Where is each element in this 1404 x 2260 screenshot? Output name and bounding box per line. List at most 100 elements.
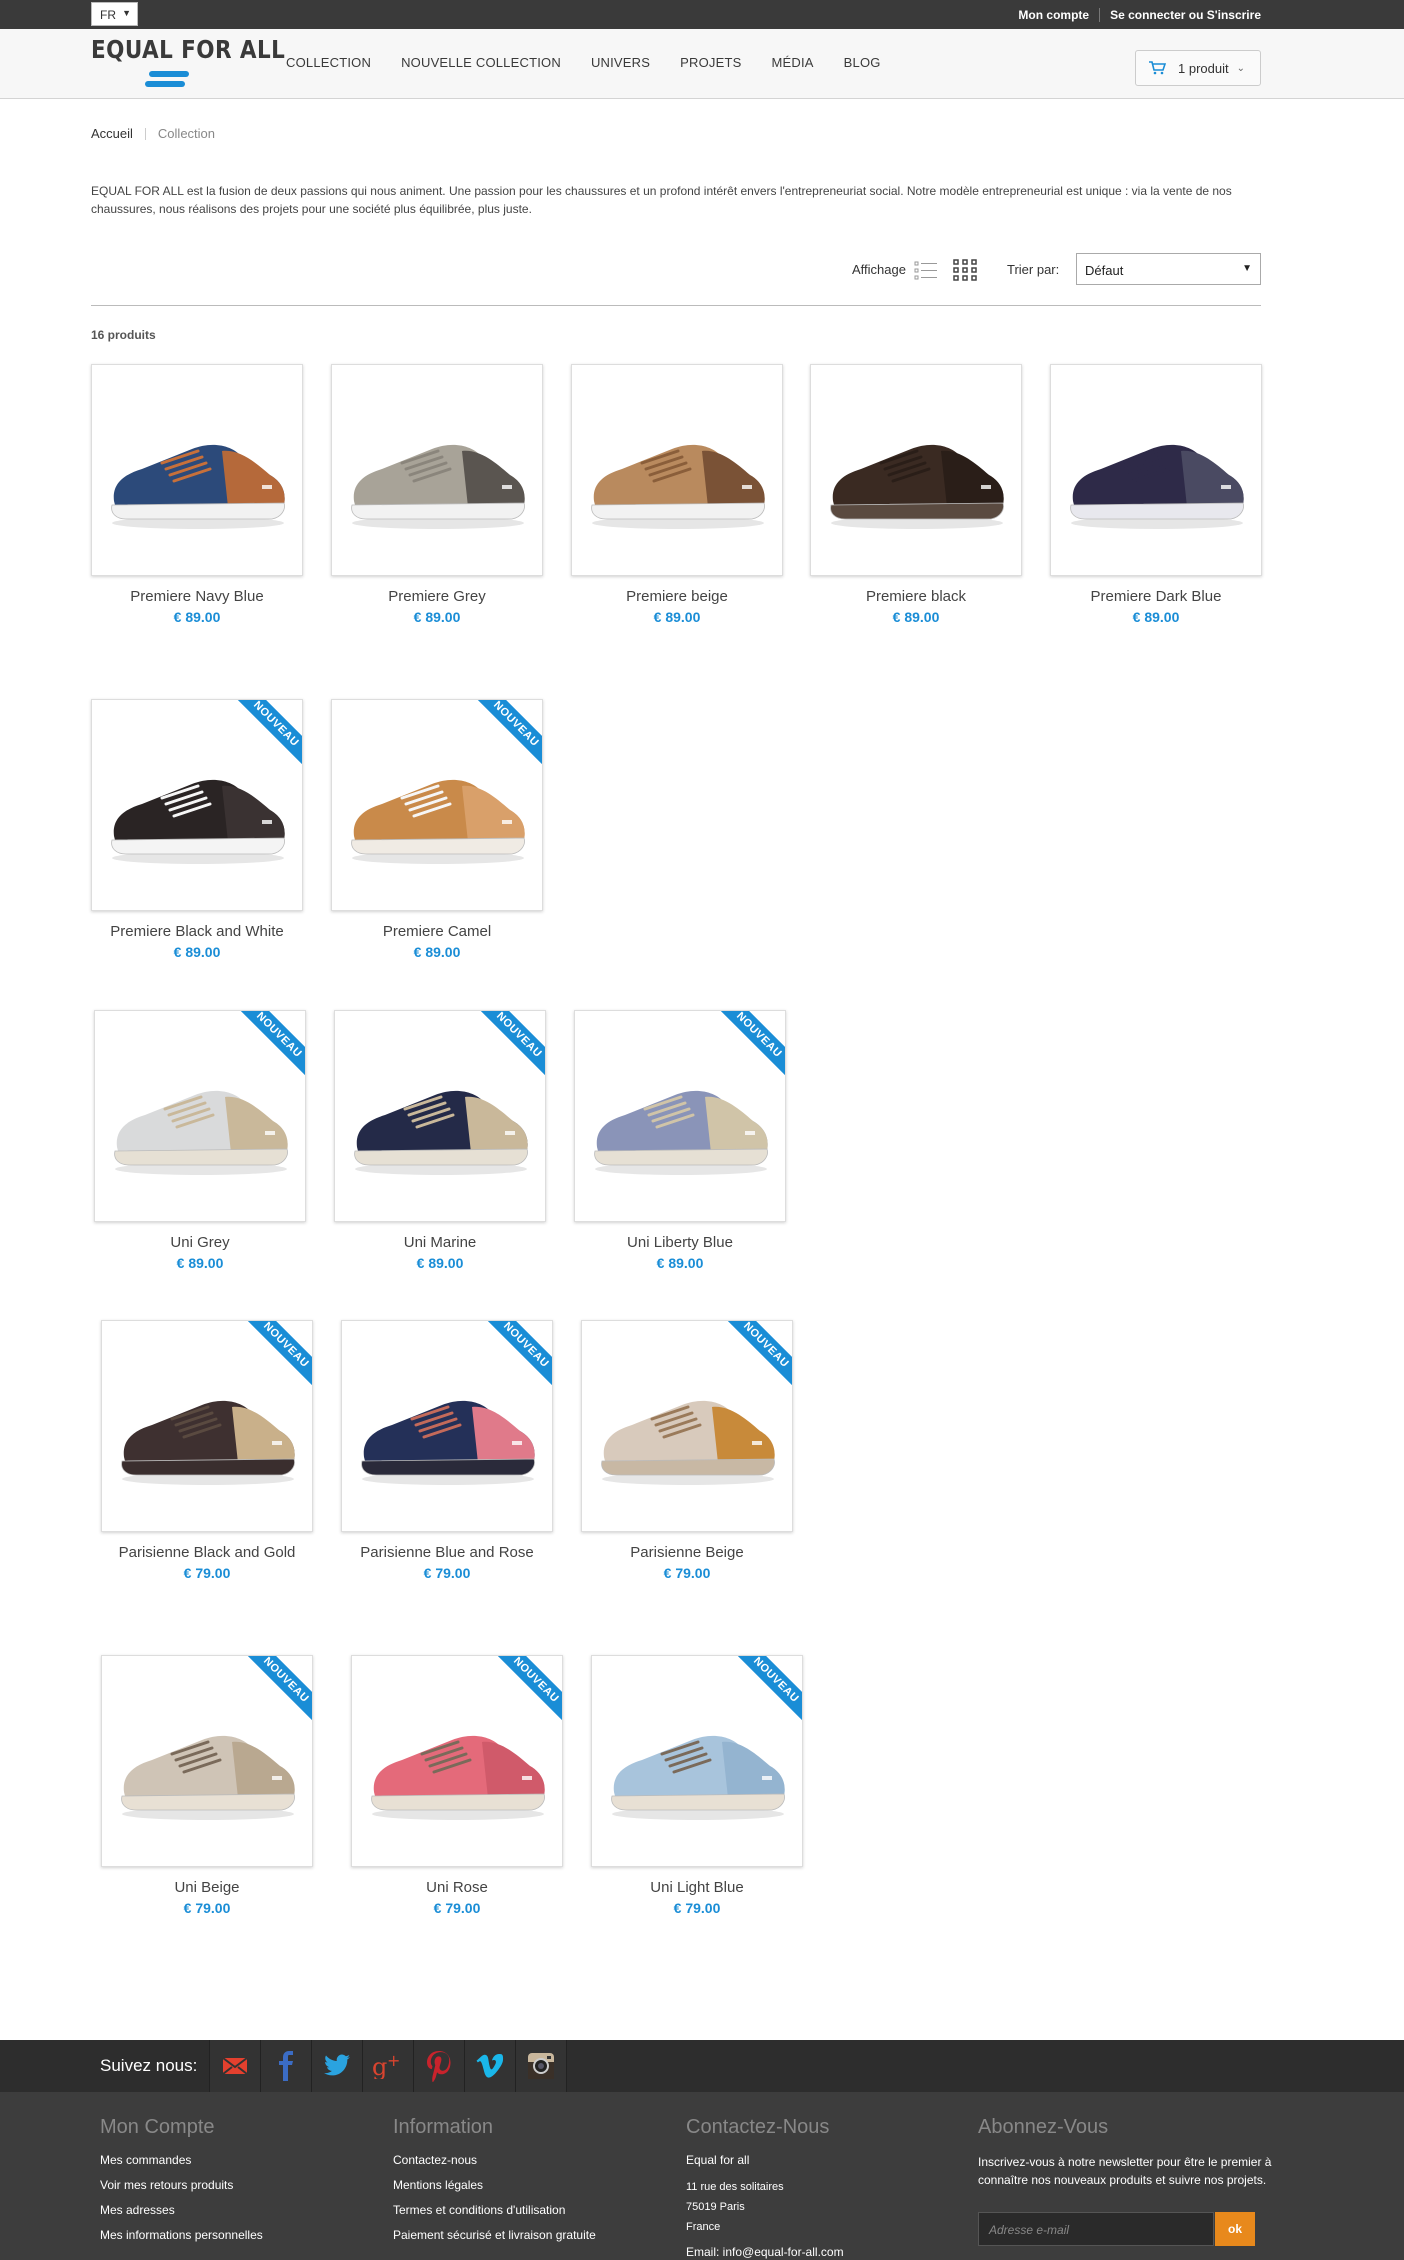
product-card[interactable]: NOUVEAU Uni Rose € 79.00: [351, 1655, 563, 1916]
shoe-image: [121, 1400, 295, 1485]
product-image[interactable]: NOUVEAU: [341, 1320, 553, 1532]
product-card[interactable]: NOUVEAU Uni Liberty Blue € 89.00: [574, 1010, 786, 1271]
product-name[interactable]: Parisienne Beige: [581, 1544, 793, 1561]
product-price: € 79.00: [663, 1565, 711, 1581]
nav-item-collection[interactable]: COLLECTION: [286, 55, 371, 70]
product-name[interactable]: Premiere Camel: [331, 923, 543, 940]
footer-heading: Abonnez-Vous: [978, 2116, 1109, 2138]
product-card[interactable]: NOUVEAU Uni Marine € 89.00: [334, 1010, 546, 1271]
nav-item-universe[interactable]: UNIVERS: [591, 55, 650, 70]
product-price: € 89.00: [653, 609, 701, 625]
product-name[interactable]: Uni Beige: [101, 1879, 313, 1896]
product-card[interactable]: NOUVEAU Parisienne Black and Gold € 79.00: [101, 1320, 313, 1581]
product-card[interactable]: NOUVEAU Parisienne Beige € 79.00: [581, 1320, 793, 1581]
product-image[interactable]: NOUVEAU: [94, 1010, 306, 1222]
product-name[interactable]: Uni Rose: [351, 1879, 563, 1896]
product-image[interactable]: NOUVEAU: [101, 1320, 313, 1532]
newsletter-submit-button[interactable]: ok: [1215, 2212, 1255, 2246]
footer-link-terms[interactable]: Termes et conditions d'utilisation: [393, 2203, 596, 2217]
footer-link-orders[interactable]: Mes commandes: [100, 2153, 263, 2167]
product-name[interactable]: Parisienne Black and Gold: [101, 1544, 313, 1561]
product-name[interactable]: Premiere beige: [571, 588, 783, 605]
shoe-image: [1070, 444, 1244, 529]
shoe-image: [111, 444, 285, 529]
product-name[interactable]: Parisienne Blue and Rose: [341, 1544, 553, 1561]
product-image[interactable]: NOUVEAU: [101, 1655, 313, 1867]
newsletter-email-input[interactable]: Adresse e-mail: [978, 2212, 1214, 2246]
twitter-link[interactable]: [311, 2040, 362, 2092]
nav-item-media[interactable]: MÉDIA: [772, 55, 814, 70]
product-image[interactable]: NOUVEAU: [351, 1655, 563, 1867]
footer-link-legal[interactable]: Mentions légales: [393, 2178, 596, 2192]
svg-text:+: +: [387, 2053, 400, 2070]
product-card[interactable]: Premiere Dark Blue € 89.00: [1050, 364, 1262, 625]
facebook-link[interactable]: [260, 2040, 311, 2092]
product-card[interactable]: NOUVEAU Premiere Camel € 89.00: [331, 699, 543, 960]
chevron-down-icon: ▼: [122, 8, 131, 18]
product-price: € 89.00: [892, 609, 940, 625]
footer-link-personal-info[interactable]: Mes informations personnelles: [100, 2228, 263, 2242]
intro-text: EQUAL FOR ALL est la fusion de deux pass…: [91, 184, 1232, 216]
nav-item-projects[interactable]: PROJETS: [680, 55, 741, 70]
product-image[interactable]: [810, 364, 1022, 576]
product-name[interactable]: Uni Marine: [334, 1234, 546, 1251]
product-card[interactable]: Premiere black € 89.00: [810, 364, 1022, 625]
product-image[interactable]: NOUVEAU: [574, 1010, 786, 1222]
product-name[interactable]: Premiere Grey: [331, 588, 543, 605]
logo[interactable]: EQUAL FOR ALL: [91, 35, 285, 93]
sort-select[interactable]: Défaut ▼: [1076, 253, 1261, 285]
product-card[interactable]: Premiere beige € 89.00: [571, 364, 783, 625]
product-name[interactable]: Premiere Dark Blue: [1050, 588, 1262, 605]
product-card[interactable]: Premiere Grey € 89.00: [331, 364, 543, 625]
nav-item-blog[interactable]: BLOG: [844, 55, 881, 70]
product-image[interactable]: [1050, 364, 1262, 576]
product-card[interactable]: NOUVEAU Uni Beige € 79.00: [101, 1655, 313, 1916]
listing-toolbar: Affichage Trier par: Défaut ▼: [0, 252, 1404, 292]
product-card[interactable]: NOUVEAU Parisienne Blue and Rose € 79.00: [341, 1320, 553, 1581]
product-image[interactable]: NOUVEAU: [591, 1655, 803, 1867]
product-image[interactable]: NOUVEAU: [581, 1320, 793, 1532]
footer-link-payment[interactable]: Paiement sécurisé et livraison gratuite: [393, 2228, 596, 2242]
chevron-down-icon: ⌄: [1236, 62, 1245, 74]
googleplus-link[interactable]: g +: [362, 2040, 413, 2092]
product-image[interactable]: [91, 364, 303, 576]
grid-view-icon[interactable]: [952, 258, 978, 282]
contact-email[interactable]: Email: info@equal-for-all.com: [686, 2245, 844, 2259]
breadcrumb-home[interactable]: Accueil: [91, 126, 133, 141]
product-image[interactable]: [331, 364, 543, 576]
product-price: € 79.00: [423, 1565, 471, 1581]
footer-link-contact[interactable]: Contactez-nous: [393, 2153, 596, 2167]
mail-link[interactable]: [209, 2040, 260, 2092]
address-city: 75019 Paris: [686, 2201, 745, 2213]
product-card[interactable]: NOUVEAU Uni Light Blue € 79.00: [591, 1655, 803, 1916]
product-name[interactable]: Uni Light Blue: [591, 1879, 803, 1896]
product-image[interactable]: NOUVEAU: [331, 699, 543, 911]
footer-link-addresses[interactable]: Mes adresses: [100, 2203, 263, 2217]
product-price: € 79.00: [183, 1900, 231, 1916]
cart-button[interactable]: 1 produit ⌄: [1135, 50, 1261, 86]
language-select[interactable]: FR ▼: [91, 2, 138, 26]
product-card[interactable]: NOUVEAU Uni Grey € 89.00: [94, 1010, 306, 1271]
social-bar: Suivez nous: g +: [0, 2040, 1404, 2092]
my-account-link[interactable]: Mon compte: [1018, 8, 1089, 22]
pinterest-link[interactable]: [413, 2040, 464, 2092]
product-name[interactable]: Premiere Black and White: [91, 923, 303, 940]
footer-link-returns[interactable]: Voir mes retours produits: [100, 2178, 263, 2192]
list-view-icon[interactable]: [914, 260, 938, 282]
product-image[interactable]: NOUVEAU: [91, 699, 303, 911]
product-card[interactable]: NOUVEAU Premiere Black and White € 89.00: [91, 699, 303, 960]
main-nav: COLLECTION NOUVELLE COLLECTION UNIVERS P…: [286, 55, 911, 70]
product-name[interactable]: Premiere Navy Blue: [91, 588, 303, 605]
product-name[interactable]: Uni Liberty Blue: [574, 1234, 786, 1251]
product-name[interactable]: Uni Grey: [94, 1234, 306, 1251]
product-image[interactable]: [571, 364, 783, 576]
nav-item-new-collection[interactable]: NOUVELLE COLLECTION: [401, 55, 561, 70]
product-image[interactable]: NOUVEAU: [334, 1010, 546, 1222]
vimeo-link[interactable]: [464, 2040, 515, 2092]
shoe-image: [111, 779, 285, 864]
product-card[interactable]: Premiere Navy Blue € 89.00: [91, 364, 303, 625]
shoe-image: [591, 444, 765, 529]
product-name[interactable]: Premiere black: [810, 588, 1022, 605]
login-link[interactable]: Se connecter ou S'inscrire: [1110, 8, 1261, 22]
instagram-link[interactable]: [515, 2040, 566, 2092]
